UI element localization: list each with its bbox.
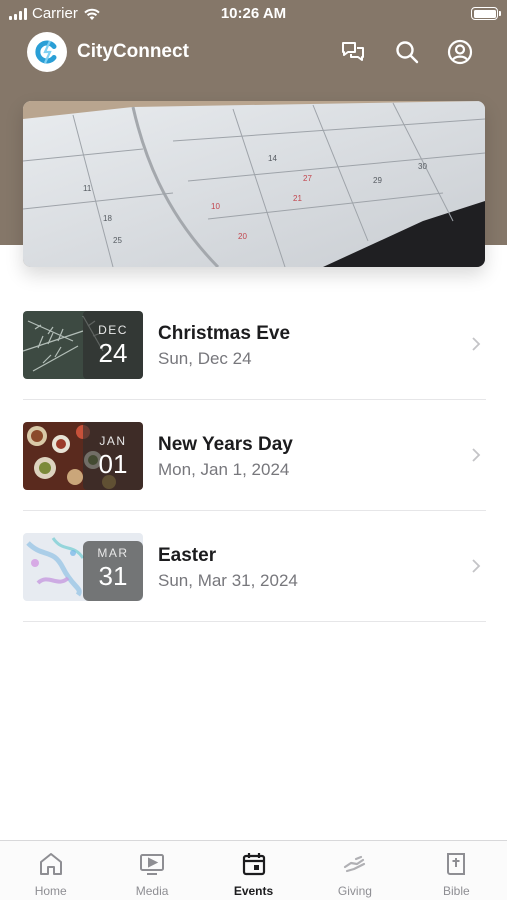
app-header: CityConnect xyxy=(0,30,507,76)
badge-day: 24 xyxy=(98,338,128,368)
event-title: Easter xyxy=(158,545,217,566)
event-row-christmas-eve[interactable]: DEC 24 Christmas Eve Sun, Dec 24 xyxy=(23,289,486,400)
tab-bar: Home Media Events Giving Bible xyxy=(0,840,507,900)
event-row-easter[interactable]: MAR 31 Easter Sun, Mar 31, 2024 xyxy=(23,511,486,622)
badge-day: 01 xyxy=(98,449,128,479)
tab-label: Giving xyxy=(337,884,372,898)
messages-button[interactable] xyxy=(338,37,368,67)
event-thumbnail: JAN 01 xyxy=(23,422,143,490)
profile-icon xyxy=(447,39,473,65)
status-time: 10:26 AM xyxy=(220,5,287,22)
tab-giving[interactable]: Giving xyxy=(304,841,405,900)
svg-text:21: 21 xyxy=(293,194,302,203)
svg-text:25: 25 xyxy=(113,236,122,245)
badge-day: 31 xyxy=(98,561,128,591)
logo-icon xyxy=(35,40,57,64)
media-icon xyxy=(140,854,165,875)
tab-home[interactable]: Home xyxy=(0,841,101,900)
date-badge: MAR 31 xyxy=(83,541,143,601)
giving-icon xyxy=(343,855,366,873)
bible-icon xyxy=(447,853,466,875)
search-icon xyxy=(396,41,419,64)
search-button[interactable] xyxy=(392,37,422,67)
svg-text:29: 29 xyxy=(373,176,382,185)
status-bar: Carrier 10:26 AM xyxy=(0,0,507,28)
badge-month: DEC xyxy=(98,323,128,337)
chevron-right-icon xyxy=(472,448,481,462)
tab-label: Home xyxy=(34,884,67,898)
home-icon xyxy=(39,853,62,875)
svg-text:18: 18 xyxy=(103,214,112,223)
event-date: Sun, Mar 31, 2024 xyxy=(158,571,298,590)
event-title: New Years Day xyxy=(158,434,293,455)
chat-icon xyxy=(342,42,364,61)
svg-text:30: 30 xyxy=(418,162,427,171)
badge-month: JAN xyxy=(99,434,127,448)
chevron-right-icon xyxy=(472,337,481,351)
svg-text:11: 11 xyxy=(83,184,92,193)
svg-text:20: 20 xyxy=(238,232,247,241)
event-date: Mon, Jan 1, 2024 xyxy=(158,460,290,479)
event-row-new-years-day[interactable]: JAN 01 New Years Day Mon, Jan 1, 2024 xyxy=(23,400,486,511)
date-badge: DEC 24 xyxy=(83,311,143,379)
event-title: Christmas Eve xyxy=(158,323,291,344)
events-icon xyxy=(242,853,265,876)
svg-text:14: 14 xyxy=(268,154,277,163)
app-title: CityConnect xyxy=(77,41,189,62)
event-date: Sun, Dec 24 xyxy=(158,349,252,368)
profile-button[interactable] xyxy=(445,37,475,67)
battery-icon xyxy=(471,7,501,20)
svg-text:10: 10 xyxy=(211,202,220,211)
date-badge: JAN 01 xyxy=(83,422,143,490)
tab-label: Events xyxy=(233,884,274,898)
tab-bible[interactable]: Bible xyxy=(406,841,507,900)
badge-month: MAR xyxy=(97,546,129,560)
svg-text:27: 27 xyxy=(303,174,312,183)
tab-label: Media xyxy=(135,884,169,898)
calendar-photo-icon: 10 20 21 27 11 18 25 14 29 30 xyxy=(23,101,485,267)
tab-media[interactable]: Media xyxy=(101,841,202,900)
event-thumbnail: DEC 24 xyxy=(23,311,143,379)
event-thumbnail: MAR 31 xyxy=(23,533,143,601)
tab-label: Bible xyxy=(442,884,470,898)
events-list: DEC 24 Christmas Eve Sun, Dec 24 JAN 01 xyxy=(23,289,486,622)
app-logo[interactable] xyxy=(27,32,67,72)
chevron-right-icon xyxy=(472,559,481,573)
tab-events[interactable]: Events xyxy=(203,841,304,900)
hero-image: 10 20 21 27 11 18 25 14 29 30 xyxy=(23,101,485,267)
